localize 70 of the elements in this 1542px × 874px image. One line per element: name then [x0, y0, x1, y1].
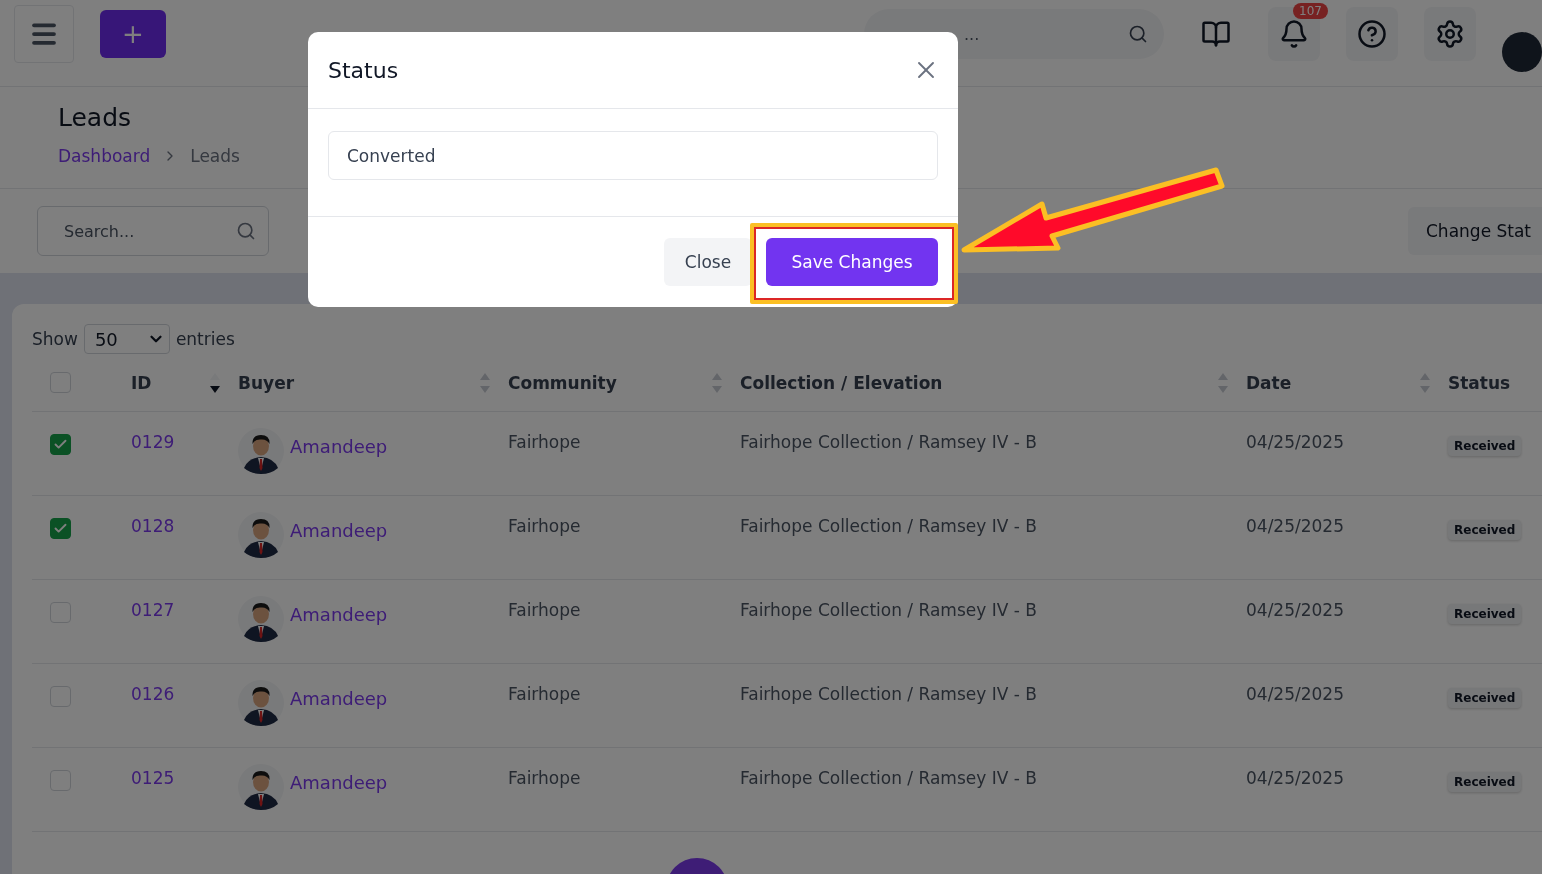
column-header: Community — [508, 372, 617, 393]
lead-id-link[interactable]: 0127 — [131, 600, 175, 620]
settings-icon — [1435, 19, 1465, 49]
table-cell: 04/25/2025 — [1246, 768, 1344, 788]
table-cell: Fairhope Collection / Ramsey IV - B — [740, 516, 1037, 536]
table-cell: Fairhope Collection / Ramsey IV - B — [740, 432, 1037, 452]
table-cell: Fairhope — [508, 768, 581, 788]
show-label: Show — [32, 329, 78, 349]
buyer-link[interactable]: Amandeep — [290, 604, 388, 625]
help-button[interactable] — [1346, 7, 1398, 61]
table-cell: Fairhope — [508, 684, 581, 704]
menu-button[interactable] — [14, 5, 74, 63]
save-changes-button[interactable]: Save Changes — [766, 238, 938, 286]
page-size-select[interactable]: 50 — [83, 324, 170, 354]
buyer-link[interactable]: Amandeep — [290, 772, 388, 793]
column-header: Buyer — [238, 372, 295, 393]
status-badge: Received — [1448, 688, 1522, 708]
table-cell: 04/25/2025 — [1246, 432, 1344, 452]
book-icon — [1201, 19, 1231, 49]
table-cell: Fairhope — [508, 432, 581, 452]
column-header: Status — [1448, 372, 1511, 393]
avatar-icon — [238, 596, 284, 642]
status-badge: Received — [1448, 436, 1522, 456]
user-avatar[interactable] — [1502, 32, 1542, 72]
avatar-icon — [238, 512, 284, 558]
lead-id-link[interactable]: 0129 — [131, 432, 175, 452]
add-button[interactable]: + — [100, 10, 166, 58]
avatar-icon — [238, 680, 284, 726]
status-badge: Received — [1448, 772, 1522, 792]
column-header: ID — [131, 372, 152, 393]
search-icon — [1128, 24, 1148, 44]
lead-id-link[interactable]: 0128 — [131, 516, 175, 536]
avatar-icon — [238, 764, 284, 810]
entries-label: entries — [175, 329, 235, 349]
change-status-button[interactable]: Change Stat — [1408, 207, 1542, 255]
dialog-title: Status — [328, 57, 399, 83]
lead-id-link[interactable]: 0125 — [131, 768, 175, 788]
table-cell: Fairhope Collection / Ramsey IV - B — [740, 768, 1037, 788]
settings-button[interactable] — [1424, 7, 1476, 61]
table-cell: 04/25/2025 — [1246, 600, 1344, 620]
check-icon — [53, 437, 68, 452]
breadcrumb-current: Leads — [190, 146, 240, 166]
table-cell: Fairhope Collection / Ramsey IV - B — [740, 600, 1037, 620]
page-title: Leads — [58, 103, 133, 132]
row-checkbox[interactable] — [50, 518, 71, 539]
row-checkbox[interactable] — [50, 434, 71, 455]
breadcrumb-link[interactable]: Dashboard — [58, 146, 151, 166]
close-dialog-button[interactable]: Close — [664, 238, 752, 286]
buyer-link[interactable]: Amandeep — [290, 520, 388, 541]
table-cell: Fairhope — [508, 516, 581, 536]
avatar-icon — [238, 428, 284, 474]
buyer-link[interactable]: Amandeep — [290, 688, 388, 709]
status-field[interactable]: Converted — [328, 131, 938, 180]
status-badge: Received — [1448, 520, 1522, 540]
table-cell: 04/25/2025 — [1246, 684, 1344, 704]
search-field[interactable]: Search... — [37, 206, 269, 256]
help-icon — [1357, 19, 1387, 49]
lead-id-link[interactable]: 0126 — [131, 684, 175, 704]
sort-icon[interactable] — [210, 371, 220, 394]
column-header: Collection / Elevation — [740, 372, 943, 393]
buyer-link[interactable]: Amandeep — [290, 436, 388, 457]
check-icon — [53, 521, 68, 536]
table-cell: 04/25/2025 — [1246, 516, 1344, 536]
search-icon — [236, 221, 256, 241]
notification-count: 107 — [1293, 3, 1328, 19]
table-cell: Fairhope — [508, 600, 581, 620]
table-cell: Fairhope Collection / Ramsey IV - B — [740, 684, 1037, 704]
column-header: Date — [1246, 372, 1292, 393]
bell-icon — [1279, 19, 1309, 49]
status-badge: Received — [1448, 604, 1522, 624]
